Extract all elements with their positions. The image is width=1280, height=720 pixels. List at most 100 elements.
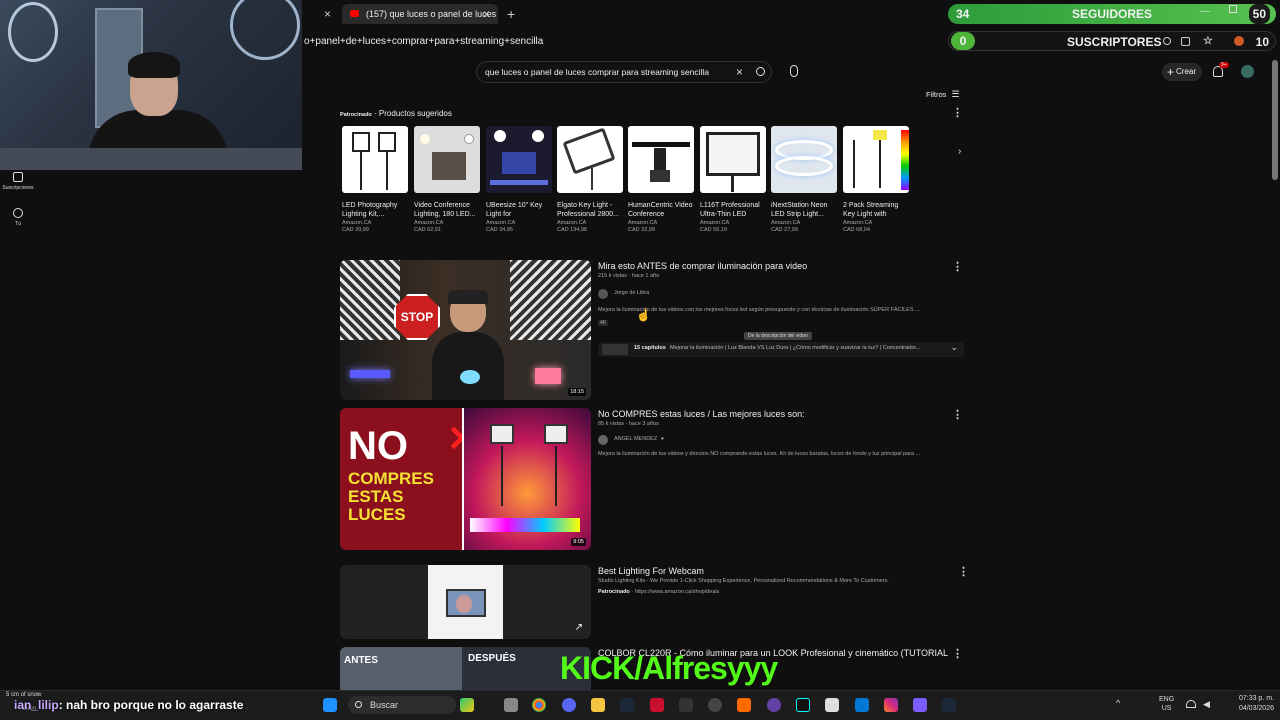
file-explorer-icon[interactable] — [591, 698, 605, 712]
chevron-down-icon[interactable]: ⌄ — [950, 342, 958, 353]
task-view-icon[interactable] — [504, 698, 518, 712]
bookmark-star-icon[interactable]: ☆ — [1203, 31, 1213, 51]
epic-icon[interactable] — [679, 698, 693, 712]
obs-icon[interactable] — [708, 698, 722, 712]
followers-goal: 50 — [1248, 4, 1270, 24]
wifi-icon[interactable] — [1186, 700, 1196, 708]
chapters-row[interactable]: 15 capítulos Mejorar la iluminación | Lu… — [598, 342, 964, 357]
taskbar-search-label: Buscar — [370, 700, 399, 710]
steam-icon-2[interactable] — [942, 698, 956, 712]
clock[interactable]: 07:33 p. m. 04/03/2026 — [1222, 694, 1274, 714]
thumb-compres: COMPRES — [348, 469, 434, 488]
sponsored-ad[interactable]: ↗ Best Lighting For Webcam Studio Lighti… — [340, 565, 969, 639]
zoom-icon[interactable] — [1163, 37, 1171, 45]
widgets-icon[interactable] — [460, 698, 474, 712]
video-more-icon[interactable]: ⋮ — [952, 408, 963, 421]
ad-thumbnail[interactable]: ↗ — [340, 565, 591, 639]
discord-icon[interactable] — [562, 698, 576, 712]
product-card[interactable]: 2 Pack Streaming Key Light with Desk... … — [843, 126, 909, 234]
clear-search-icon[interactable]: × — [736, 62, 743, 82]
profile-icon[interactable] — [1234, 36, 1244, 46]
close-tab-icon[interactable]: × — [483, 4, 490, 24]
product-store: Amazon.CA — [486, 220, 516, 226]
language-indicator[interactable]: ENG US — [1159, 695, 1174, 713]
thumb-estas: ESTAS — [348, 487, 404, 506]
product-store: Amazon.CA — [414, 220, 444, 226]
product-title: Video Conference Lighting, 180 LED... — [414, 202, 476, 218]
new-tab-button[interactable]: + — [507, 6, 515, 22]
ad-meta: Best Lighting For Webcam Studio Lighting… — [598, 565, 963, 597]
video-meta: Mira esto ANTES de comprar iluminación p… — [598, 260, 964, 357]
windows-start-icon[interactable] — [323, 698, 337, 712]
taskbar-search[interactable]: Buscar — [348, 696, 456, 714]
voice-search-icon[interactable] — [790, 65, 798, 77]
you-nav[interactable]: Tú — [0, 208, 36, 227]
channel-row[interactable]: ANGEL MENDEZ ● — [598, 435, 963, 445]
video-more-icon[interactable]: ⋮ — [952, 647, 962, 660]
page-scrollbar[interactable] — [1270, 60, 1280, 690]
ad-title[interactable]: Best Lighting For Webcam — [598, 565, 963, 577]
product-store: Amazon.CA — [843, 220, 873, 226]
scrollbar-thumb[interactable] — [1272, 60, 1278, 180]
you-icon — [13, 208, 23, 218]
video-thumbnail[interactable]: STOP 18:15 — [340, 260, 591, 400]
app-icon-orange[interactable] — [737, 698, 751, 712]
instagram-icon[interactable] — [884, 698, 898, 712]
filters-button[interactable]: Filtros ☰ — [926, 89, 960, 100]
minimize-icon[interactable]: — — [1200, 6, 1210, 17]
product-card[interactable]: LED Photography Lighting Kit,... Amazon.… — [342, 126, 408, 234]
product-title: L116T Professional Ultra-Thin LED Vide..… — [700, 202, 760, 218]
product-card[interactable]: L116T Professional Ultra-Thin LED Vide..… — [700, 126, 766, 234]
account-avatar[interactable] — [1241, 65, 1254, 78]
subscriptions-nav[interactable]: Suscripciones — [0, 172, 36, 191]
app-icon-blue[interactable] — [855, 698, 869, 712]
video-duration: 18:15 — [568, 388, 586, 396]
video-title[interactable]: No COMPRES estas luces / Las mejores luc… — [598, 408, 963, 420]
active-tab[interactable]: (157) que luces o panel de luces × — [342, 4, 498, 24]
product-price: CAD 34,95 — [486, 227, 513, 233]
products-more-icon[interactable]: ⋮ — [952, 106, 963, 119]
address-text: o+panel+de+luces+comprar+para+streaming+… — [304, 36, 544, 47]
app-icon-red[interactable] — [650, 698, 664, 712]
product-card[interactable]: UBeesize 10" Key Light for Streaming,...… — [486, 126, 552, 234]
calculator-icon[interactable] — [825, 698, 839, 712]
chrome-icon[interactable] — [532, 698, 546, 712]
product-card[interactable]: iNextStation Neon LED Strip Light... Ama… — [771, 126, 837, 234]
twitch-icon[interactable] — [767, 698, 781, 712]
carousel-next-icon[interactable]: › — [958, 146, 961, 157]
channel-row[interactable]: Jorge de Libra — [598, 289, 963, 299]
video-thumbnail[interactable]: NO COMPRES ESTAS LUCES ✕ 9:05 — [340, 408, 591, 550]
youtube-favicon-icon — [350, 10, 359, 17]
thumb-luces: LUCES — [348, 505, 406, 524]
tray-chevron-icon[interactable]: ^ — [1116, 698, 1120, 708]
steam-icon[interactable] — [620, 698, 634, 712]
product-card[interactable]: Video Conference Lighting, 180 LED... Am… — [414, 126, 480, 234]
video-thumbnail[interactable]: ANTES DESPUÉS — [340, 647, 591, 690]
close-prev-tab-icon[interactable]: × — [324, 7, 331, 21]
search-input[interactable]: que luces o panel de luces comprar para … — [476, 61, 772, 83]
ad-url[interactable]: · https://www.amazon.ca/shop/deals — [631, 589, 719, 595]
ad-more-icon[interactable]: ⋮ — [958, 565, 969, 578]
volume-icon[interactable]: ◀ — [1203, 699, 1210, 710]
ring-light-2 — [230, 0, 300, 60]
video-more-icon[interactable]: ⋮ — [952, 260, 963, 273]
app-icon-purple[interactable] — [913, 698, 927, 712]
followers-label: SEGUIDORES — [1072, 7, 1153, 21]
product-card[interactable]: HumanCentric Video Conference Lighting..… — [628, 126, 694, 234]
product-image — [557, 126, 623, 193]
ad-sponsored-label: Patrocinado — [598, 589, 630, 595]
external-link-icon[interactable]: ↗ — [575, 622, 583, 633]
channel-avatar — [598, 435, 608, 445]
subscribers-count: 0 — [951, 32, 975, 50]
product-card[interactable]: Elgato Key Light - Professional 2800... … — [557, 126, 623, 234]
create-button[interactable]: + Crear — [1162, 63, 1202, 81]
product-store: Amazon.CA — [628, 220, 658, 226]
search-icon[interactable] — [756, 67, 765, 76]
video-result[interactable]: STOP 18:15 Mira esto ANTES de comprar il… — [340, 260, 964, 400]
video-title[interactable]: Mira esto ANTES de comprar iluminación p… — [598, 260, 963, 272]
cast-icon[interactable] — [1181, 37, 1190, 46]
youtube-left-rail: Suscripciones Tú — [0, 170, 40, 690]
video-result[interactable]: NO COMPRES ESTAS LUCES ✕ 9:05 No COMPRES… — [340, 408, 963, 550]
tiktok-icon[interactable] — [796, 698, 810, 712]
maximize-icon[interactable] — [1229, 5, 1237, 13]
